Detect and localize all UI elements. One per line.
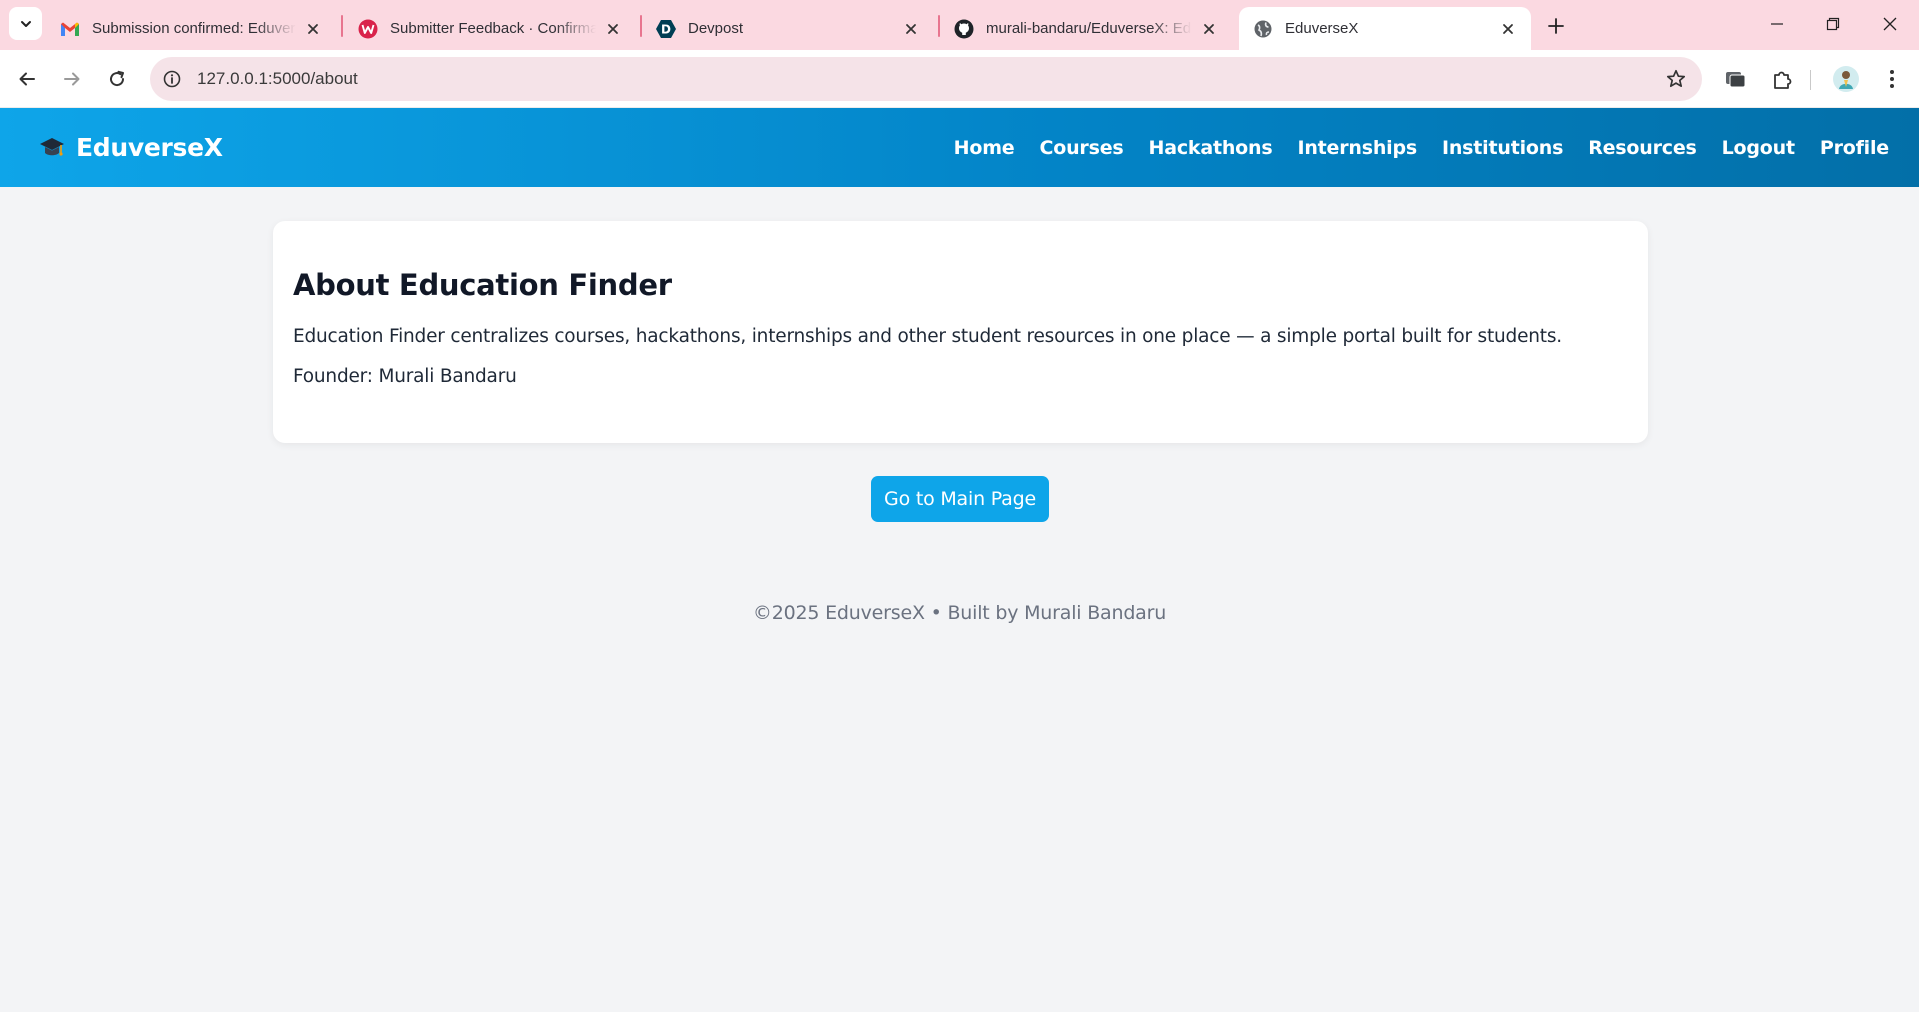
reload-button[interactable] — [100, 62, 134, 96]
extensions-button[interactable] — [1766, 63, 1798, 95]
close-tab-icon[interactable] — [900, 18, 922, 40]
globe-icon — [1253, 19, 1273, 39]
tab-title: Devpost — [688, 20, 744, 37]
restore-button[interactable] — [1813, 8, 1853, 40]
gmail-icon — [60, 19, 80, 39]
nav-link-institutions[interactable]: Institutions — [1442, 137, 1563, 159]
tab-search-button[interactable] — [9, 7, 42, 40]
nav-link-logout[interactable]: Logout — [1722, 137, 1795, 159]
site-info-icon[interactable] — [160, 67, 184, 91]
nav-link-hackathons[interactable]: Hackathons — [1149, 137, 1273, 159]
w-logo-icon — [358, 19, 378, 39]
browser-toolbar: 127.0.0.1:5000/about — [0, 50, 1919, 108]
tab-title: EduverseX — [1285, 20, 1359, 37]
nav-link-internships[interactable]: Internships — [1297, 137, 1417, 159]
arrow-right-icon — [64, 72, 80, 86]
puzzle-icon — [1774, 71, 1792, 89]
media-icon — [1726, 72, 1746, 88]
nav-link-resources[interactable]: Resources — [1588, 137, 1697, 159]
page-footer: ©2025 EduverseX • Built by Murali Bandar… — [752, 602, 1167, 624]
tab-title: Submitter Feedback · Confirmation — [390, 20, 596, 37]
tab-title: murali-bandaru/EduverseX: EduverseX — [986, 20, 1192, 37]
nav-link-profile[interactable]: Profile — [1820, 137, 1889, 159]
nav-link-courses[interactable]: Courses — [1040, 137, 1124, 159]
browser-tab-feedback[interactable]: Submitter Feedback · Confirmation — [344, 7, 636, 50]
graduation-cap-icon — [38, 134, 66, 162]
avatar-icon — [1833, 66, 1859, 92]
media-button[interactable] — [1720, 63, 1752, 95]
browser-tab-gmail[interactable]: Submission confirmed: EduverseX — [46, 7, 336, 50]
minimize-button[interactable] — [1757, 8, 1797, 40]
toolbar-divider — [1810, 70, 1811, 90]
go-to-main-page-button[interactable]: Go to Main Page — [871, 476, 1049, 522]
close-tab-icon[interactable] — [602, 18, 624, 40]
nav-link-home[interactable]: Home — [954, 137, 1015, 159]
devpost-icon: D — [656, 19, 676, 39]
tab-strip: Submission confirmed: EduverseX Submitte… — [0, 0, 1919, 50]
arrow-left-icon — [19, 72, 35, 86]
bookmark-star-icon[interactable] — [1664, 67, 1688, 91]
site-navbar: EduverseX Home Courses Hackathons Intern… — [0, 108, 1919, 187]
profile-avatar[interactable] — [1830, 63, 1862, 95]
more-vertical-icon — [1890, 70, 1894, 88]
browser-tab-github[interactable]: murali-bandaru/EduverseX: EduverseX — [940, 7, 1232, 50]
close-window-button[interactable] — [1870, 8, 1910, 40]
browser-tab-eduversex[interactable]: EduverseX — [1239, 7, 1531, 50]
forward-button[interactable] — [55, 62, 89, 96]
plus-icon — [1548, 18, 1564, 34]
github-icon — [954, 19, 974, 39]
chevron-down-icon — [20, 20, 31, 27]
nav-links: Home Courses Hackathons Internships Inst… — [929, 108, 1890, 187]
close-tab-icon[interactable] — [1198, 18, 1220, 40]
about-description: Education Finder centralizes courses, ha… — [293, 326, 1562, 347]
close-tab-icon[interactable] — [1497, 18, 1519, 40]
founder-text: Founder: Murali Bandaru — [293, 366, 517, 387]
minimize-icon — [1771, 23, 1783, 25]
brand-link[interactable]: EduverseX — [38, 108, 223, 187]
restore-icon — [1826, 17, 1840, 31]
browser-tab-devpost[interactable]: D Devpost — [642, 7, 934, 50]
url-text[interactable]: 127.0.0.1:5000/about — [197, 69, 358, 89]
tab-separator — [341, 15, 343, 37]
svg-text:D: D — [661, 22, 671, 36]
page-title: About Education Finder — [293, 268, 672, 302]
address-bar[interactable]: 127.0.0.1:5000/about — [150, 57, 1702, 101]
browser-menu-button[interactable] — [1876, 63, 1908, 95]
reload-icon — [110, 70, 125, 87]
close-tab-icon[interactable] — [302, 18, 324, 40]
new-tab-button[interactable] — [1540, 12, 1572, 40]
brand-name: EduverseX — [76, 133, 223, 162]
tab-title: Submission confirmed: EduverseX — [92, 20, 296, 37]
close-icon — [1883, 17, 1897, 31]
about-card: About Education Finder Education Finder … — [273, 221, 1648, 443]
back-button[interactable] — [10, 62, 44, 96]
